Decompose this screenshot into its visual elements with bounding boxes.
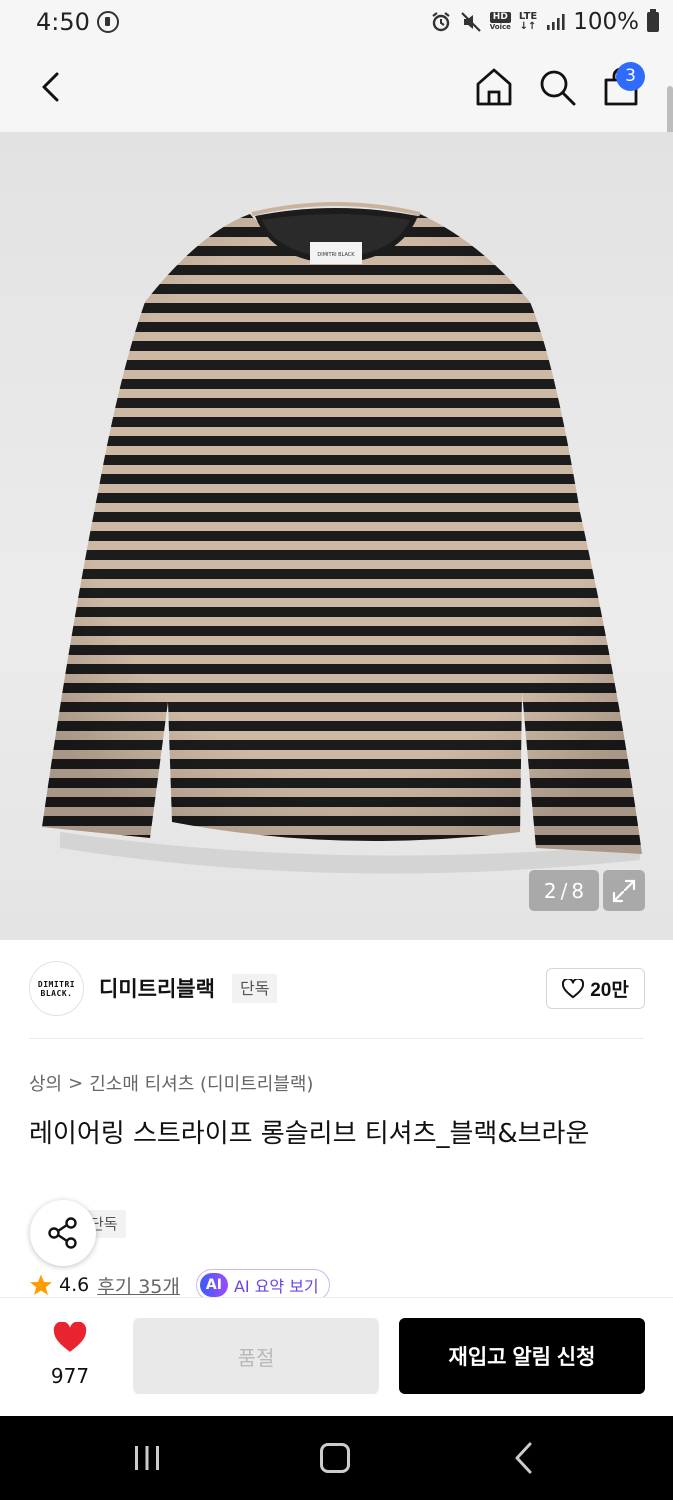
expand-icon (612, 879, 636, 902)
brand-exclusive-tag: 단독 (232, 974, 278, 1003)
home-icon (476, 68, 512, 106)
android-home-button[interactable] (320, 1443, 350, 1473)
back-arrow-icon (515, 1442, 532, 1474)
image-counter: 2 / 8 (529, 870, 599, 911)
signal-icon (545, 12, 565, 32)
breadcrumb-subcategory[interactable]: 긴소매 티셔츠 (디미트리블랙) (89, 1070, 313, 1096)
chevron-left-icon (42, 72, 59, 102)
image-current: 2 (543, 878, 557, 903)
app-header (0, 46, 673, 172)
heart-filled-icon (53, 1322, 87, 1352)
soldout-button: 품절 (133, 1318, 379, 1394)
breadcrumb: 상의 > 긴소매 티셔츠 (디미트리블랙) (29, 1070, 313, 1096)
striped-longsleeve-shirt-image: DIMITRI BLACK (42, 202, 642, 874)
brand-logo-line1: DIMITRI (37, 979, 76, 989)
share-icon (48, 1217, 77, 1249)
ai-badge: AI (199, 1273, 228, 1297)
product-image[interactable]: DIMITRI BLACK (0, 132, 673, 940)
status-icons: HD Voice LTE ↓↑ 100% (430, 8, 659, 36)
recent-apps-button[interactable] (131, 1444, 163, 1472)
divider (29, 1038, 644, 1039)
breadcrumb-category[interactable]: 상의 (29, 1070, 62, 1096)
screen-record-icon (97, 11, 119, 33)
status-time: 4:50 (36, 8, 90, 36)
lte-icon: LTE ↓↑ (518, 11, 538, 32)
wishlist-count: 977 (50, 1364, 90, 1388)
hd-voice-icon: HD Voice (489, 12, 511, 32)
restock-alert-button[interactable]: 재입고 알림 신청 (399, 1318, 645, 1394)
image-total: 8 (571, 878, 585, 903)
product-title: 레이어링 스트라이프 롱슬리브 티셔츠_블랙&브라운 (29, 1119, 590, 1149)
android-back-button[interactable] (512, 1441, 536, 1475)
back-button[interactable] (32, 66, 72, 106)
wishlist-button[interactable]: 977 (40, 1322, 100, 1394)
voice-label: Voice (489, 23, 511, 31)
hd-label: HD (489, 12, 511, 23)
star-icon (30, 1274, 52, 1295)
rating-value: 4.6 (59, 1274, 90, 1296)
brand-like-count: 20만 (590, 980, 629, 1001)
android-navigation-bar (0, 1416, 673, 1500)
brand-like-button[interactable]: 20만 (546, 968, 645, 1009)
share-button[interactable] (30, 1200, 96, 1266)
reviews-link[interactable]: 후기 35개 (97, 1272, 180, 1299)
search-button[interactable] (537, 66, 577, 108)
expand-image-button[interactable] (603, 870, 645, 911)
brand-logo-line2: BLACK. (40, 988, 73, 998)
ai-summary-label: AI 요약 보기 (233, 1277, 319, 1296)
battery-icon (647, 9, 659, 32)
brand-logo[interactable]: DIMITRI BLACK. (29, 961, 84, 1016)
neck-label-text: DIMITRI BLACK (317, 252, 355, 258)
recents-icon (135, 1446, 159, 1470)
image-separator: / (560, 878, 568, 903)
battery-percent: 100% (573, 9, 639, 35)
home-button[interactable] (474, 66, 514, 108)
mute-icon (460, 11, 482, 33)
brand-name-link[interactable]: 디미트리블랙 (99, 973, 215, 1003)
breadcrumb-separator: > (68, 1072, 84, 1094)
search-icon (540, 70, 576, 106)
status-bar: 4:50 HD Voice LTE ↓↑ 100% (0, 0, 673, 46)
alarm-icon (430, 11, 452, 33)
cart-count-badge: 3 (616, 62, 645, 91)
heart-outline-icon (562, 978, 585, 998)
